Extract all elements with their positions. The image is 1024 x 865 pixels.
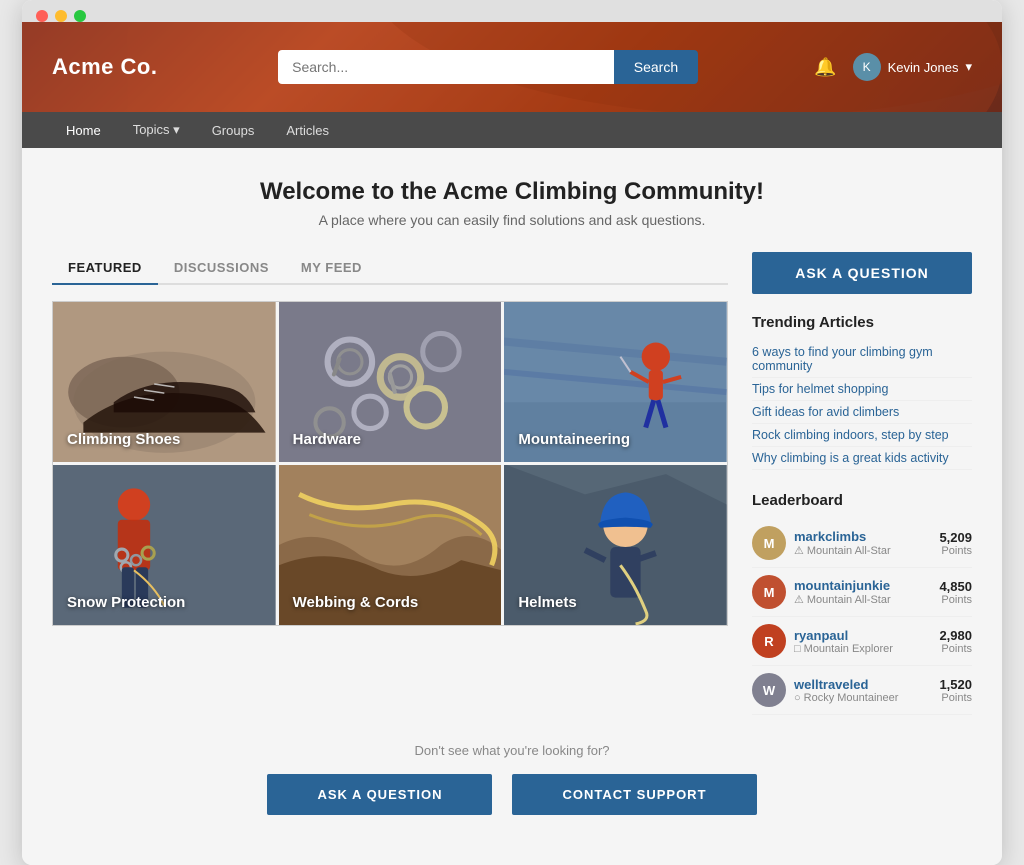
grid-label-webbing-cords: Webbing & Cords: [293, 594, 419, 611]
leader-info-3: welltraveled ○ Rocky Mountaineer: [794, 677, 931, 704]
header-actions: 🔔 K Kevin Jones ▾: [814, 53, 972, 81]
tab-my-feed[interactable]: MY FEED: [285, 252, 378, 285]
badge-icon-1: ⚠: [794, 593, 804, 606]
leader-name-1[interactable]: mountainjunkie: [794, 578, 931, 593]
leader-points-1: 4,850 Points: [939, 579, 972, 606]
browser-window: Acme Co. Search 🔔 K Kevin Jones ▾ Home T…: [22, 0, 1002, 865]
user-menu[interactable]: K Kevin Jones ▾: [853, 53, 972, 81]
bottom-section: Don't see what you're looking for? ASK A…: [52, 715, 972, 825]
tab-discussions[interactable]: DISCUSSIONS: [158, 252, 285, 285]
nav-topics[interactable]: Topics ▾: [119, 112, 194, 148]
leaderboard-title: Leaderboard: [752, 492, 972, 509]
chevron-down-icon: ▾: [965, 59, 972, 75]
ask-question-sidebar-button[interactable]: ASK A QUESTION: [752, 252, 972, 294]
trending-item-1[interactable]: Tips for helmet shopping: [752, 378, 972, 401]
leader-avatar-2: R: [752, 624, 786, 658]
leader-info-2: ryanpaul □ Mountain Explorer: [794, 628, 931, 655]
badge-icon-2: □: [794, 643, 801, 655]
leader-row-3: W welltraveled ○ Rocky Mountaineer 1,520…: [752, 666, 972, 715]
tabs: FEATURED DISCUSSIONS MY FEED: [52, 252, 728, 285]
trending-item-0[interactable]: 6 ways to find your climbing gym communi…: [752, 341, 972, 378]
grid-label-snow-protection: Snow Protection: [67, 594, 185, 611]
leader-points-0: 5,209 Points: [939, 530, 972, 557]
hero-header: Acme Co. Search 🔔 K Kevin Jones ▾: [22, 22, 1002, 112]
grid-label-helmets: Helmets: [518, 594, 576, 611]
nav-bar: Home Topics ▾ Groups Articles: [22, 112, 1002, 148]
logo: Acme Co.: [52, 54, 162, 80]
trending-item-4[interactable]: Why climbing is a great kids activity: [752, 447, 972, 470]
bottom-hint: Don't see what you're looking for?: [52, 743, 972, 758]
leader-badge-2: □ Mountain Explorer: [794, 643, 931, 655]
grid-label-hardware: Hardware: [293, 431, 361, 448]
trending-item-3[interactable]: Rock climbing indoors, step by step: [752, 424, 972, 447]
leader-row-2: R ryanpaul □ Mountain Explorer 2,980 Poi…: [752, 617, 972, 666]
ask-question-bottom-button[interactable]: ASK A QUESTION: [267, 774, 492, 815]
avatar: K: [853, 53, 881, 81]
leader-avatar-1: M: [752, 575, 786, 609]
grid-item-mountaineering[interactable]: Mountaineering: [504, 302, 727, 462]
leader-name-2[interactable]: ryanpaul: [794, 628, 931, 643]
close-dot[interactable]: [36, 10, 48, 22]
nav-groups[interactable]: Groups: [198, 113, 269, 148]
grid-item-helmets[interactable]: Helmets: [504, 465, 727, 625]
notification-bell-icon[interactable]: 🔔: [814, 57, 836, 78]
search-bar: Search: [278, 50, 698, 84]
expand-dot[interactable]: [74, 10, 86, 22]
grid-item-webbing-cords[interactable]: Webbing & Cords: [279, 465, 502, 625]
trending-title: Trending Articles: [752, 314, 972, 331]
contact-support-button[interactable]: CONTACT SUPPORT: [512, 774, 756, 815]
leader-row-1: M mountainjunkie ⚠ Mountain All-Star 4,8…: [752, 568, 972, 617]
minimize-dot[interactable]: [55, 10, 67, 22]
user-name: Kevin Jones: [888, 60, 959, 75]
page-header: Welcome to the Acme Climbing Community! …: [52, 178, 972, 228]
search-input[interactable]: [278, 50, 614, 84]
grid-label-mountaineering: Mountaineering: [518, 431, 630, 448]
grid-label-shoes: Climbing Shoes: [67, 431, 180, 448]
leader-badge-1: ⚠ Mountain All-Star: [794, 593, 931, 606]
sidebar: ASK A QUESTION Trending Articles 6 ways …: [752, 252, 972, 715]
trending-list: 6 ways to find your climbing gym communi…: [752, 341, 972, 470]
page-title: Welcome to the Acme Climbing Community!: [52, 178, 972, 206]
content-layout: FEATURED DISCUSSIONS MY FEED: [52, 252, 972, 715]
leader-badge-3: ○ Rocky Mountaineer: [794, 692, 931, 704]
nav-home[interactable]: Home: [52, 113, 115, 148]
page-subtitle: A place where you can easily find soluti…: [52, 212, 972, 228]
leaderboard-list: M markclimbs ⚠ Mountain All-Star 5,209 P…: [752, 519, 972, 715]
featured-grid: Climbing Shoes: [52, 301, 728, 626]
browser-chrome: [22, 0, 1002, 22]
grid-item-snow-protection[interactable]: Snow Protection: [53, 465, 276, 625]
leader-name-3[interactable]: welltraveled: [794, 677, 931, 692]
leader-avatar-0: M: [752, 526, 786, 560]
main-content: Welcome to the Acme Climbing Community! …: [22, 148, 1002, 865]
badge-icon-3: ○: [794, 692, 801, 704]
leader-info-1: mountainjunkie ⚠ Mountain All-Star: [794, 578, 931, 606]
grid-item-climbing-shoes[interactable]: Climbing Shoes: [53, 302, 276, 462]
leader-badge-0: ⚠ Mountain All-Star: [794, 544, 931, 557]
leader-points-3: 1,520 Points: [939, 677, 972, 704]
tab-featured[interactable]: FEATURED: [52, 252, 158, 285]
leader-info-0: markclimbs ⚠ Mountain All-Star: [794, 529, 931, 557]
search-button[interactable]: Search: [614, 50, 698, 84]
nav-articles[interactable]: Articles: [272, 113, 343, 148]
leader-points-2: 2,980 Points: [939, 628, 972, 655]
badge-icon-0: ⚠: [794, 544, 804, 557]
leader-name-0[interactable]: markclimbs: [794, 529, 931, 544]
trending-item-2[interactable]: Gift ideas for avid climbers: [752, 401, 972, 424]
grid-item-hardware[interactable]: Hardware: [279, 302, 502, 462]
main-column: FEATURED DISCUSSIONS MY FEED: [52, 252, 728, 626]
leader-avatar-3: W: [752, 673, 786, 707]
leader-row-0: M markclimbs ⚠ Mountain All-Star 5,209 P…: [752, 519, 972, 568]
bottom-buttons: ASK A QUESTION CONTACT SUPPORT: [52, 774, 972, 815]
